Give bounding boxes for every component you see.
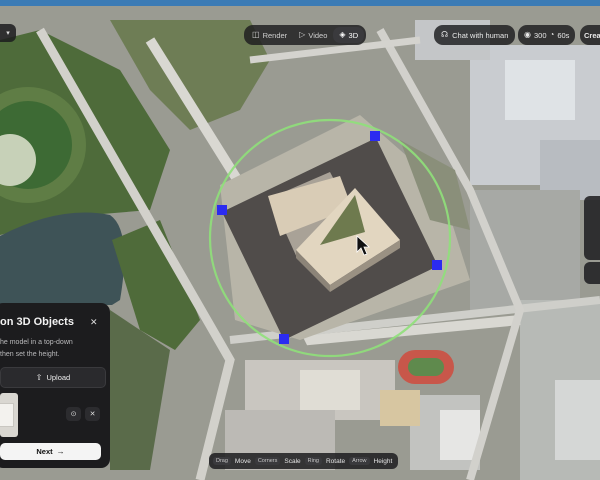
- controls-hint-bar: Drag Move Corners Scale Ring Rotate Arro…: [209, 453, 398, 469]
- corner-handle-right[interactable]: [432, 260, 442, 270]
- corner-handle-left[interactable]: [217, 205, 227, 215]
- headset-icon: ☊: [441, 30, 449, 39]
- chat-with-human-button[interactable]: ☊ Chat with human: [434, 25, 516, 45]
- corner-handle-top[interactable]: [370, 131, 380, 141]
- hint-key: Corners: [254, 457, 281, 465]
- add-3d-objects-panel: on 3D Objects ✕ he model in a top-down t…: [0, 303, 110, 468]
- hint-key: Ring: [304, 457, 322, 465]
- right-tool-chip-2[interactable]: [584, 262, 600, 284]
- render-icon: ◫: [252, 30, 260, 39]
- model-thumbnail[interactable]: [0, 393, 18, 437]
- panel-description: he model in a top-down then set the heig…: [0, 339, 73, 358]
- camera-capture-button[interactable]: ⊙: [66, 407, 81, 421]
- right-tool-chip-1[interactable]: [584, 196, 600, 260]
- video-icon: ▷: [299, 30, 306, 39]
- chevron-down-icon: ▾: [6, 30, 10, 37]
- camera-icon: ◉: [524, 30, 531, 39]
- close-icon[interactable]: ✕: [90, 317, 98, 328]
- credits-stats[interactable]: ◉ 300 ◔ 60s: [518, 25, 576, 45]
- hint-action: Rotate: [325, 457, 346, 465]
- panel-title: on 3D Objects: [0, 316, 74, 328]
- app-stage: ▾ ◫ Render ▷ Video ◈ 3D ☊ Chat with huma…: [0, 0, 600, 480]
- create-button[interactable]: Creat: [580, 25, 600, 45]
- hint-action: Scale: [284, 457, 301, 465]
- hint-action: Height: [373, 457, 393, 465]
- left-menu-chip[interactable]: ▾: [0, 24, 16, 42]
- tab-3d[interactable]: ◈ 3D: [333, 27, 365, 43]
- camera-icon: ⊙: [70, 411, 77, 418]
- timer-icon: ◔: [549, 30, 555, 39]
- upload-button[interactable]: ⇧ Upload: [0, 367, 106, 388]
- upload-icon: ⇧: [35, 372, 43, 382]
- hint-action: Move: [234, 457, 251, 465]
- next-button[interactable]: Next →: [0, 443, 101, 460]
- remove-thumbnail-button[interactable]: ✕: [85, 407, 100, 421]
- mode-switcher: ◫ Render ▷ Video ◈ 3D: [244, 25, 367, 45]
- arrow-right-icon: →: [56, 446, 65, 456]
- hint-key: Drag: [213, 457, 231, 465]
- window-top-strip: [0, 0, 600, 6]
- corner-handle-bottom[interactable]: [279, 334, 289, 344]
- tab-video[interactable]: ▷ Video: [293, 27, 333, 43]
- close-icon: ✕: [89, 411, 96, 418]
- tab-render[interactable]: ◫ Render: [246, 27, 293, 43]
- 3d-icon: ◈: [339, 30, 346, 39]
- hint-key: Arrow: [349, 457, 370, 465]
